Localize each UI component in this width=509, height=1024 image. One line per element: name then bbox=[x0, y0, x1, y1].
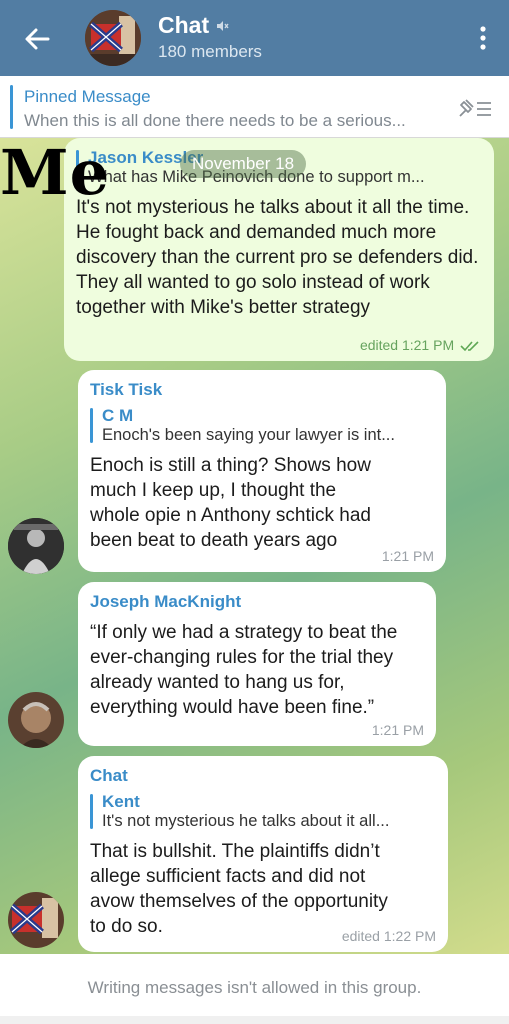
sender-avatar[interactable] bbox=[8, 692, 64, 748]
message-bubble[interactable]: Tisk Tisk C M Enoch's been saying your l… bbox=[78, 370, 446, 572]
date-separator: November 18 bbox=[180, 150, 307, 178]
sender-name[interactable]: Tisk Tisk bbox=[90, 380, 432, 400]
message-time: 1:21 PM bbox=[371, 722, 424, 738]
sender-name[interactable]: Chat bbox=[90, 766, 434, 786]
group-avatar[interactable] bbox=[85, 10, 141, 66]
message-time: edited 1:21 PM bbox=[359, 337, 455, 353]
reply-quote[interactable]: C M Enoch's been saying your lawyer is i… bbox=[90, 406, 432, 445]
system-nav-bar bbox=[0, 1016, 509, 1024]
back-arrow-icon[interactable] bbox=[22, 24, 52, 54]
input-disabled-bar: Writing messages isn't allowed in this g… bbox=[0, 954, 509, 1024]
member-count: 180 members bbox=[158, 42, 262, 61]
chat-title[interactable]: Chat bbox=[158, 12, 229, 39]
message-text: It's not mysterious he talks about it al… bbox=[76, 197, 479, 318]
sender-name[interactable]: Joseph MacKnight bbox=[90, 592, 422, 612]
message-text: That is bullshit. The plaintiffs didn’t … bbox=[90, 841, 388, 937]
reply-preview: Enoch's been saying your lawyer is int..… bbox=[102, 426, 395, 444]
pinned-indicator bbox=[10, 85, 13, 129]
reply-author: C M bbox=[102, 406, 134, 425]
more-options-icon[interactable] bbox=[479, 26, 487, 50]
message-bubble[interactable]: Joseph MacKnight “If only we had a strat… bbox=[78, 582, 436, 746]
message-time: 1:21 PM bbox=[381, 548, 434, 564]
muted-icon bbox=[217, 20, 229, 31]
chat-header: Chat 180 members bbox=[0, 0, 509, 76]
pinned-message-bar[interactable]: Pinned Message When this is all done the… bbox=[0, 76, 509, 138]
chat-messages-area[interactable]: Jason Kessler What has Mike Peinovich do… bbox=[0, 138, 509, 954]
sender-avatar[interactable] bbox=[8, 892, 64, 948]
pinned-preview: When this is all done there needs to be … bbox=[24, 111, 406, 130]
reply-preview: It's not mysterious he talks about it al… bbox=[102, 812, 390, 830]
pinned-title: Pinned Message bbox=[24, 87, 151, 106]
message-time: edited 1:22 PM bbox=[341, 928, 436, 944]
reply-author: Kent bbox=[102, 792, 140, 811]
read-checkmarks-icon bbox=[460, 341, 479, 352]
me-annotation: Me bbox=[0, 136, 111, 209]
sender-avatar[interactable] bbox=[8, 518, 64, 574]
message-text: “If only we had a strategy to beat the e… bbox=[90, 622, 398, 718]
message-text: Enoch is still a thing? Shows how much I… bbox=[90, 455, 371, 551]
chat-title-text: Chat bbox=[158, 12, 210, 38]
pin-list-icon[interactable] bbox=[457, 96, 493, 120]
writing-disabled-notice: Writing messages isn't allowed in this g… bbox=[87, 978, 422, 997]
message-bubble[interactable]: Chat Kent It's not mysterious he talks a… bbox=[78, 756, 448, 952]
reply-quote[interactable]: Kent It's not mysterious he talks about … bbox=[90, 792, 434, 831]
message-meta: edited 1:21 PM bbox=[360, 337, 482, 353]
